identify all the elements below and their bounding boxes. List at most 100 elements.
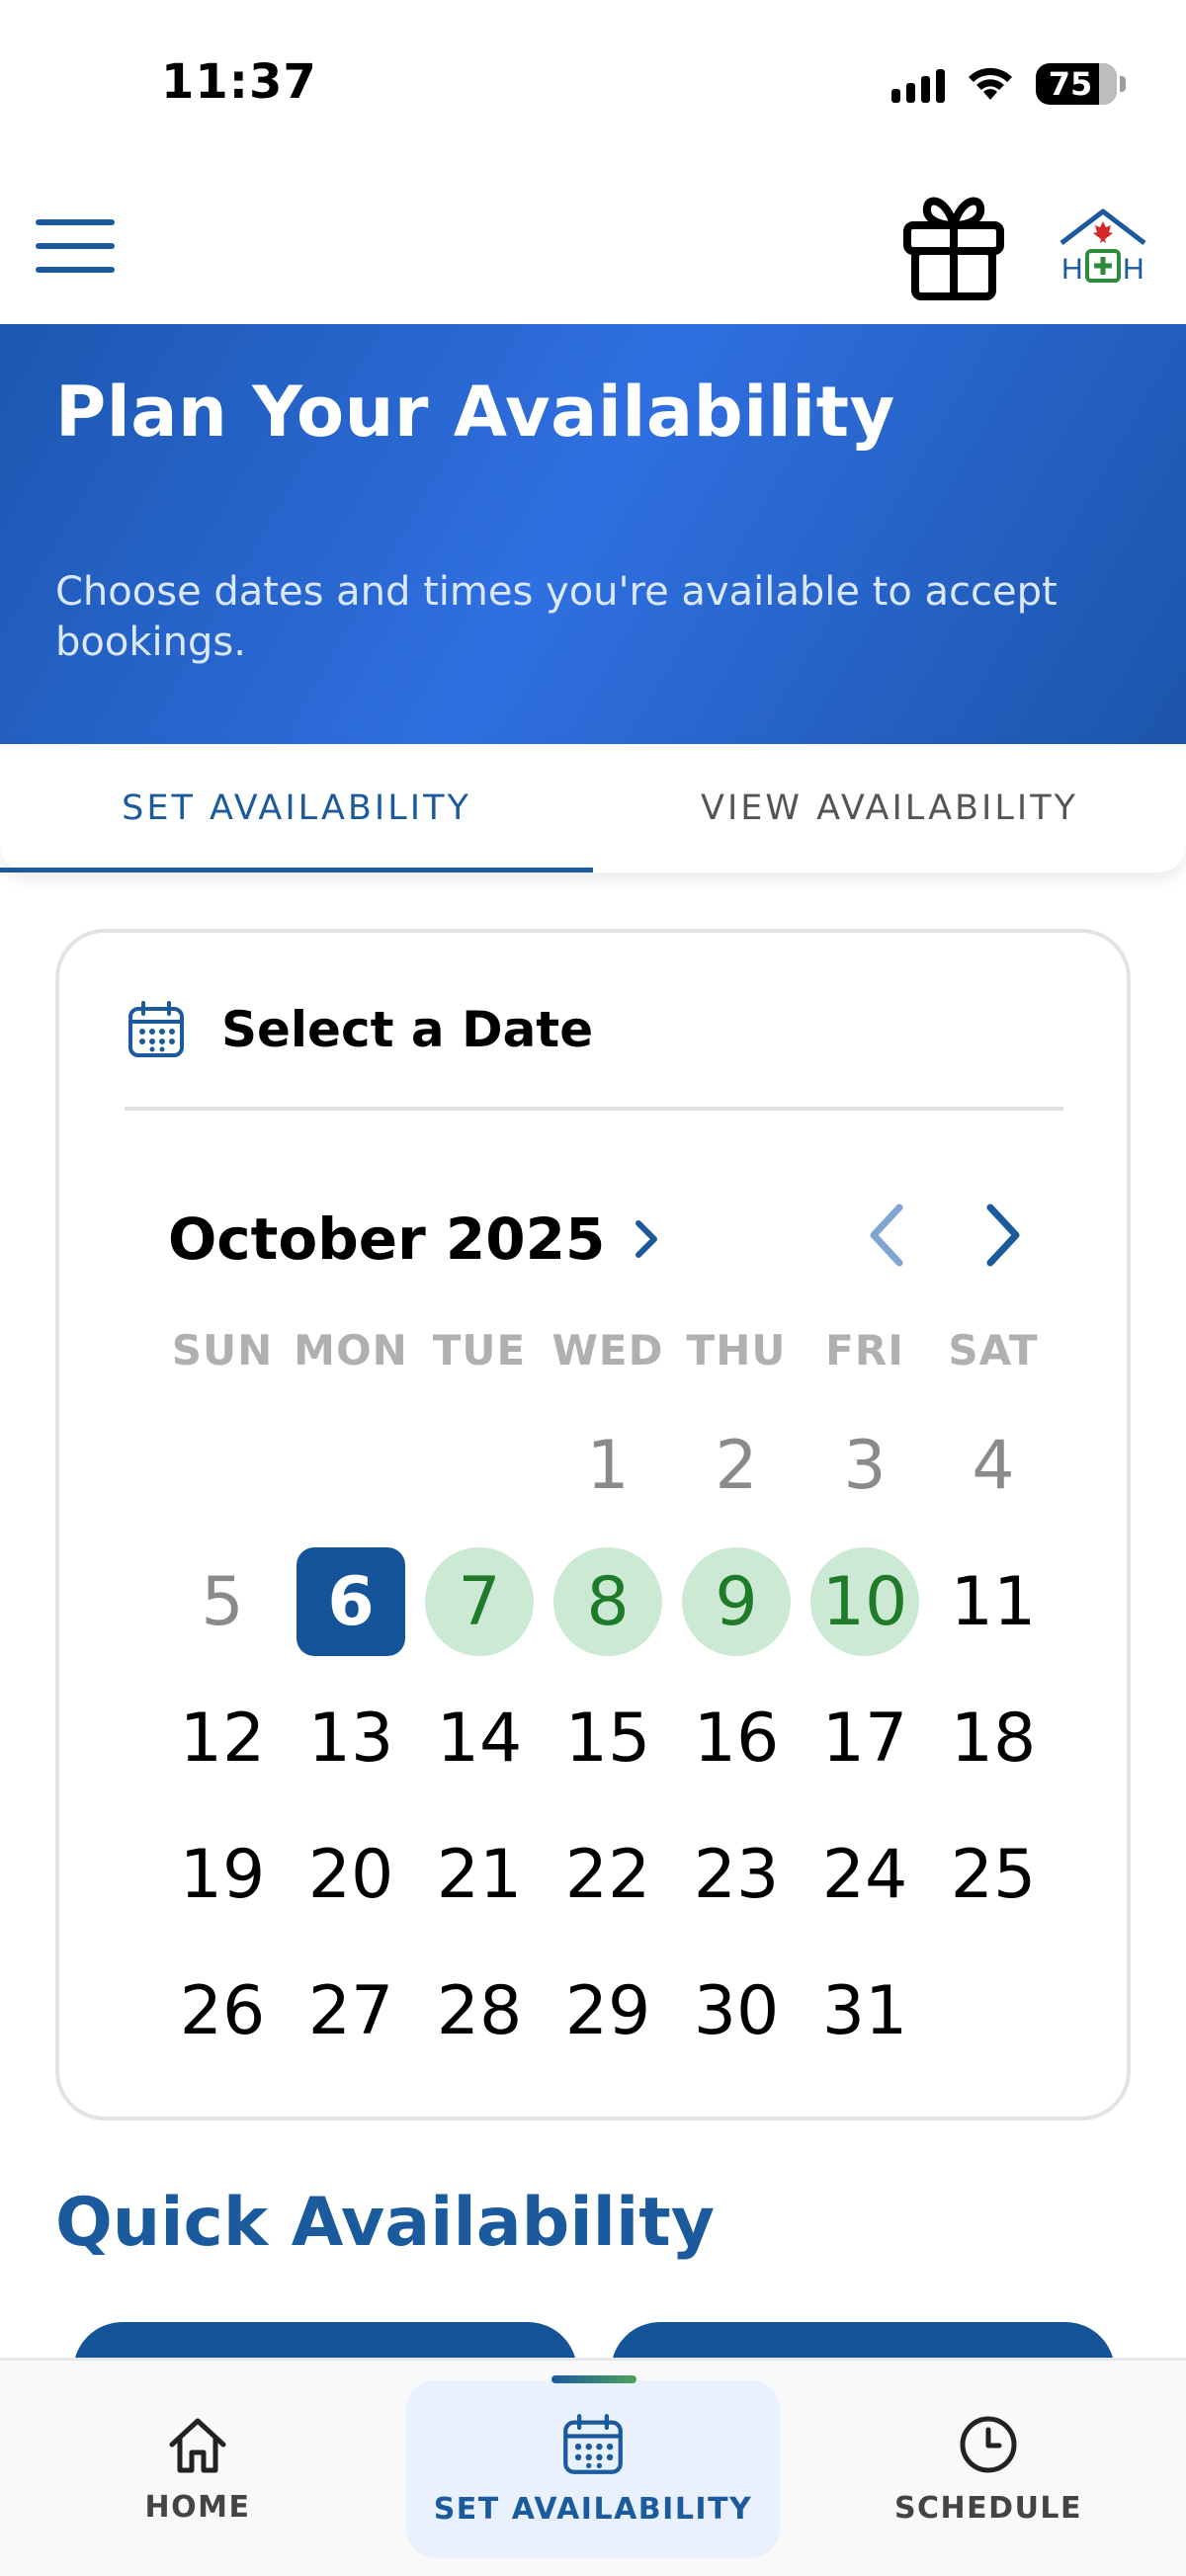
status-icons: 75 — [891, 63, 1126, 105]
day-number: 1 — [586, 1426, 630, 1505]
bottom-navigation: HOME SET AVAILABILITY SCHEDULE — [0, 2358, 1186, 2576]
calendar-empty-cell — [415, 1397, 544, 1534]
nav-schedule[interactable]: SCHEDULE — [870, 2380, 1107, 2558]
next-month-button[interactable] — [973, 1198, 1032, 1273]
battery-level: 75 — [1048, 65, 1093, 103]
day-number: 4 — [972, 1426, 1015, 1505]
day-number: 30 — [693, 1971, 780, 2050]
month-label: October 2025 — [168, 1205, 606, 1273]
calendar-day-5[interactable]: 5 — [158, 1534, 287, 1670]
day-number: 21 — [436, 1835, 523, 1914]
gift-icon[interactable] — [899, 190, 1008, 303]
status-bar: 11:37 75 — [0, 0, 1186, 168]
page-subtitle: Choose dates and times you're available … — [55, 569, 1058, 665]
day-number: 7 — [458, 1562, 501, 1641]
weekday-label: TUE — [432, 1326, 527, 1374]
calendar-day-16[interactable]: 16 — [672, 1670, 801, 1806]
day-number: 15 — [564, 1699, 651, 1778]
calendar-day-11[interactable]: 11 — [929, 1534, 1058, 1670]
calendar-icon — [563, 2413, 623, 2474]
calendar-empty-cell — [158, 1397, 287, 1534]
weekday-label: SUN — [171, 1326, 274, 1374]
day-number: 12 — [179, 1699, 266, 1778]
calendar-day-10[interactable]: 10 — [801, 1534, 929, 1670]
calendar-day-13[interactable]: 13 — [287, 1670, 415, 1806]
nav-home[interactable]: HOME — [99, 2380, 296, 2558]
svg-text:H: H — [1061, 253, 1083, 286]
day-number: 20 — [307, 1835, 394, 1914]
home-icon — [169, 2418, 226, 2472]
wifi-icon — [969, 67, 1012, 100]
weekday-label: FRI — [825, 1326, 904, 1374]
calendar-day-3[interactable]: 3 — [801, 1397, 929, 1534]
calendar-day-24[interactable]: 24 — [801, 1806, 929, 1943]
calendar-grid: 1 2 3 4 5 6 7 8 9 10 11 12 13 14 15 16 17 18 19 20 21 22 23 24 2… — [158, 1397, 1058, 2079]
calendar-day-1[interactable]: 1 — [544, 1397, 672, 1534]
calendar-day-31[interactable]: 31 — [801, 1943, 929, 2079]
calendar-day-7[interactable]: 7 — [415, 1534, 544, 1670]
calendar-day-27[interactable]: 27 — [287, 1943, 415, 2079]
calendar-day-14[interactable]: 14 — [415, 1670, 544, 1806]
calendar-day-17[interactable]: 17 — [801, 1670, 929, 1806]
active-tab-indicator — [551, 2375, 636, 2383]
day-number: 14 — [436, 1699, 523, 1778]
calendar-day-21[interactable]: 21 — [415, 1806, 544, 1943]
tab-bar: SET AVAILABILITY VIEW AVAILABILITY — [0, 744, 1186, 873]
weekday-label: MON — [294, 1326, 408, 1374]
quick-availability-title: Quick Availability — [55, 2184, 716, 2262]
hamburger-menu-icon[interactable] — [36, 219, 115, 273]
weekday-header: SUN MON TUE WED THU FRI SAT — [158, 1326, 1058, 1374]
day-number: 25 — [950, 1835, 1037, 1914]
calendar-day-4[interactable]: 4 — [929, 1397, 1058, 1534]
calendar-day-20[interactable]: 20 — [287, 1806, 415, 1943]
calendar-empty-cell — [287, 1397, 415, 1534]
calendar-day-26[interactable]: 26 — [158, 1943, 287, 2079]
day-number: 19 — [179, 1835, 266, 1914]
svg-text:H: H — [1123, 253, 1144, 286]
calendar-day-28[interactable]: 28 — [415, 1943, 544, 2079]
calendar-day-6[interactable]: 6 — [287, 1534, 415, 1670]
weekday-label: SAT — [948, 1326, 1039, 1374]
previous-month-button[interactable] — [858, 1198, 917, 1273]
day-number: 9 — [715, 1562, 758, 1641]
calendar-day-22[interactable]: 22 — [544, 1806, 672, 1943]
weekday-label: WED — [551, 1326, 664, 1374]
calendar-day-2[interactable]: 2 — [672, 1397, 801, 1534]
day-number: 11 — [950, 1562, 1037, 1641]
calendar-day-12[interactable]: 12 — [158, 1670, 287, 1806]
day-number: 2 — [715, 1426, 758, 1505]
calendar-day-9[interactable]: 9 — [672, 1534, 801, 1670]
nav-set-availability-label: SET AVAILABILITY — [433, 2491, 753, 2527]
nav-schedule-label: SCHEDULE — [893, 2490, 1083, 2526]
nav-set-availability[interactable]: SET AVAILABILITY — [406, 2380, 780, 2558]
divider — [125, 1107, 1063, 1111]
calendar-day-19[interactable]: 19 — [158, 1806, 287, 1943]
calendar-day-18[interactable]: 18 — [929, 1670, 1058, 1806]
calendar-day-15[interactable]: 15 — [544, 1670, 672, 1806]
card-title: Select a Date — [221, 1001, 594, 1058]
day-number: 31 — [821, 1971, 908, 2050]
day-number: 6 — [327, 1562, 375, 1641]
card-header: Select a Date — [127, 1000, 593, 1059]
calendar-day-23[interactable]: 23 — [672, 1806, 801, 1943]
month-selector[interactable]: October 2025 — [168, 1205, 662, 1273]
day-number: 8 — [586, 1562, 630, 1641]
date-picker-card: Select a Date October 2025 SUN MON TUE WED T… — [55, 929, 1131, 2120]
tab-view-availability[interactable]: VIEW AVAILABILITY — [593, 744, 1186, 873]
calendar-day-30[interactable]: 30 — [672, 1943, 801, 2079]
calendar-icon — [128, 1001, 184, 1057]
cellular-signal-icon — [891, 65, 945, 103]
chevron-right-icon — [635, 1220, 658, 1258]
nav-home-label: HOME — [144, 2489, 251, 2525]
day-number: 28 — [436, 1971, 523, 2050]
tab-set-availability[interactable]: SET AVAILABILITY — [0, 744, 593, 873]
calendar-day-25[interactable]: 25 — [929, 1806, 1058, 1943]
page-title: Plan Your Availability — [55, 372, 895, 453]
day-number: 27 — [307, 1971, 394, 2050]
app-bar: H H — [0, 168, 1186, 324]
day-number: 3 — [843, 1426, 887, 1505]
status-time: 11:37 — [161, 54, 317, 110]
calendar-day-8[interactable]: 8 — [544, 1534, 672, 1670]
day-number: 10 — [821, 1562, 908, 1641]
calendar-day-29[interactable]: 29 — [544, 1943, 672, 2079]
